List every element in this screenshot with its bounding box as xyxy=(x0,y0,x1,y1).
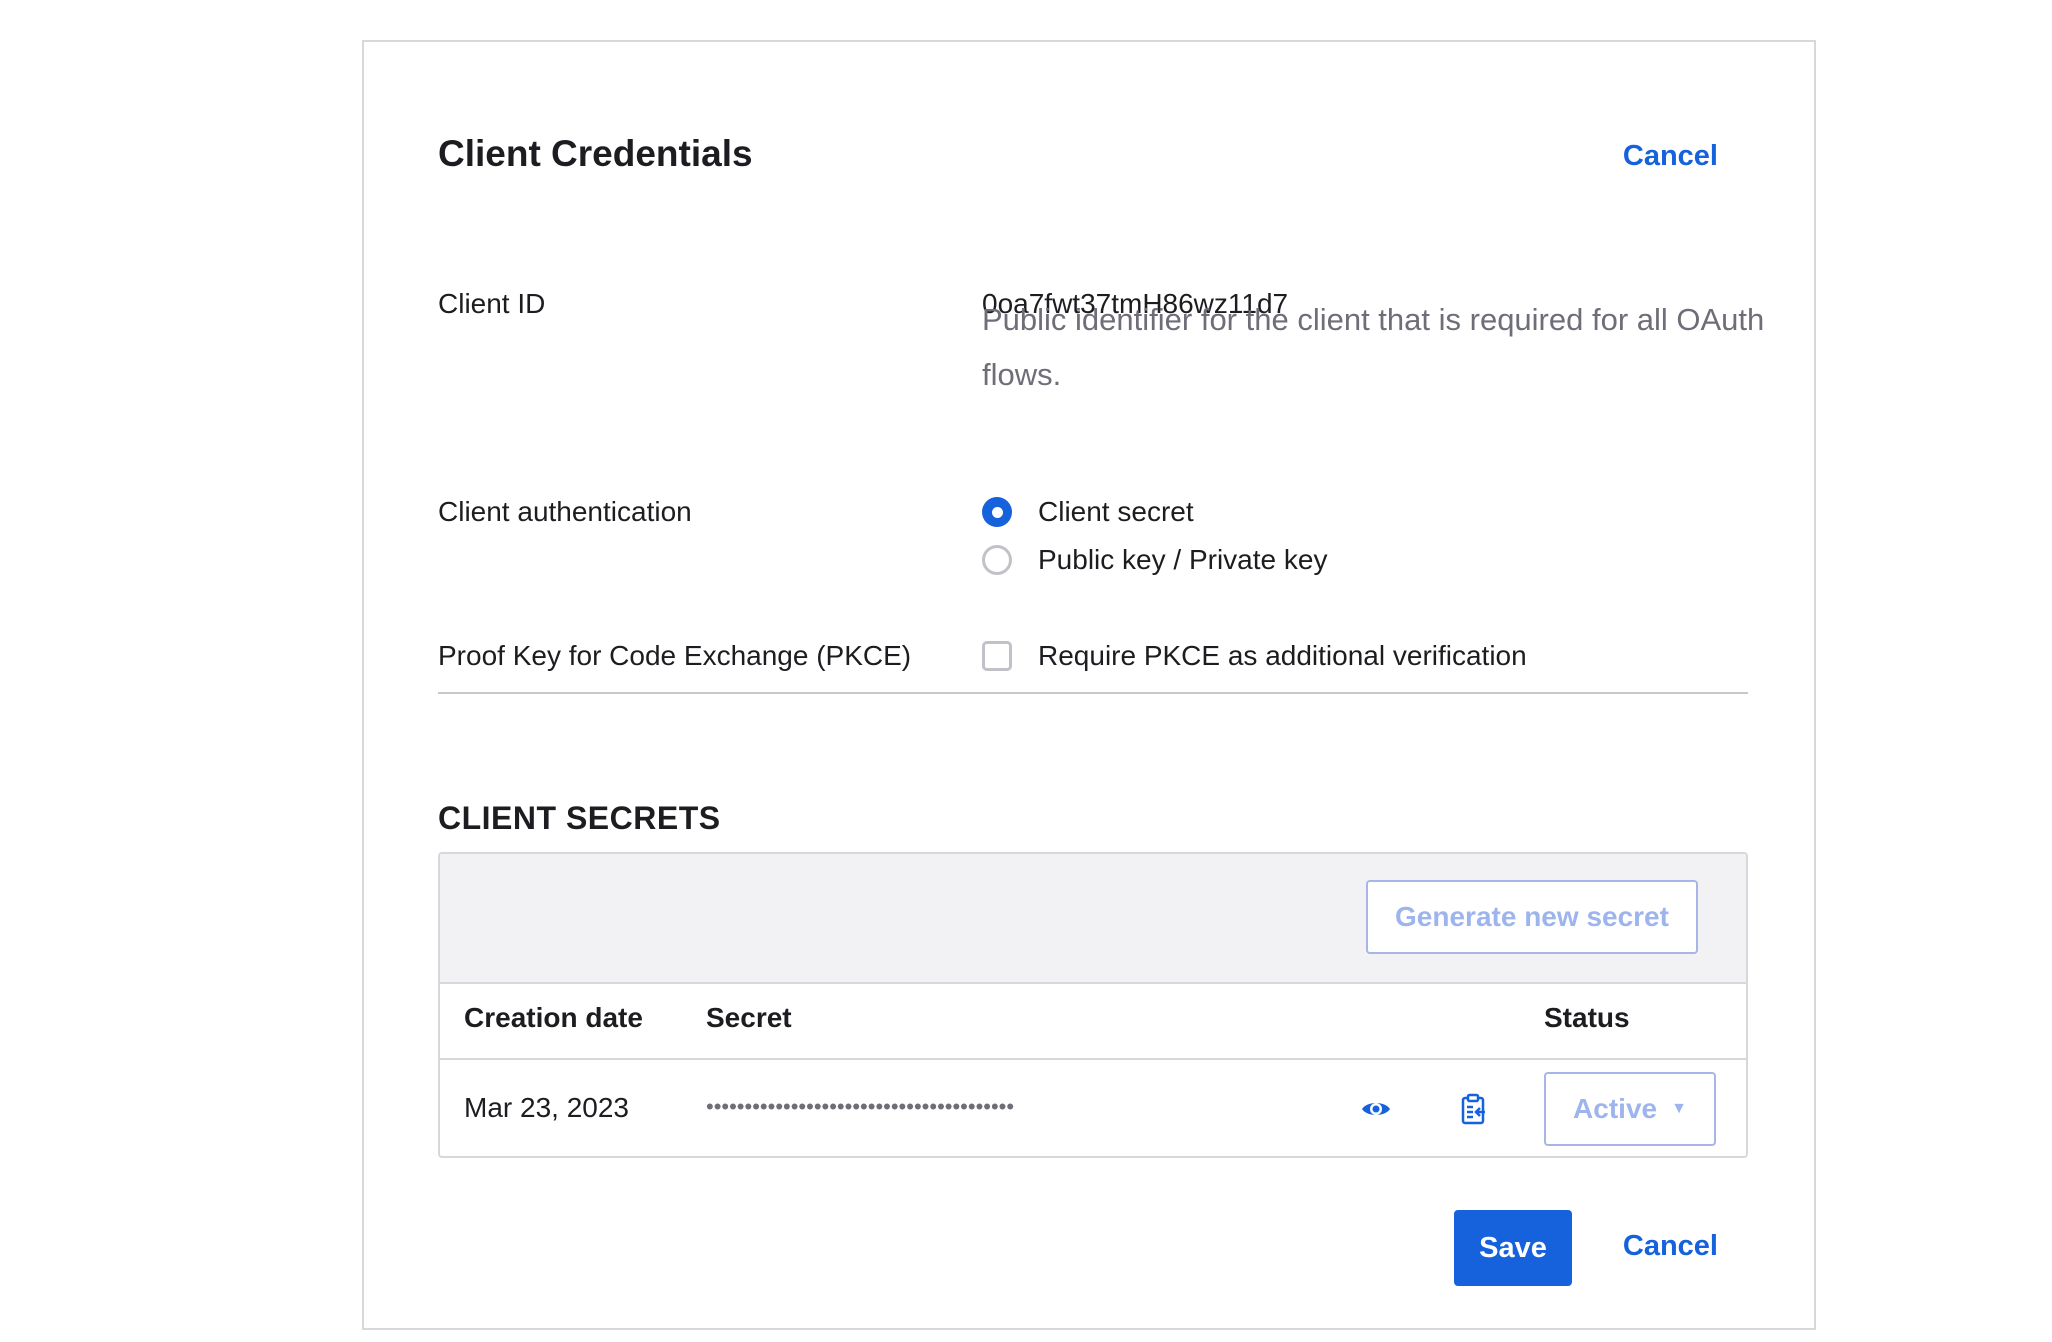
client-secrets-heading: CLIENT SECRETS xyxy=(438,800,721,836)
radio-public-private-key-label: Public key / Private key xyxy=(1038,544,1328,575)
pkce-checkbox-label: Require PKCE as additional verification xyxy=(1038,640,1527,671)
pkce-label: Proof Key for Code Exchange (PKCE) xyxy=(438,640,912,671)
radio-unchecked-icon[interactable] xyxy=(982,545,1012,575)
eye-icon[interactable] xyxy=(1356,1089,1396,1129)
cancel-link-top[interactable]: Cancel xyxy=(1623,138,1718,174)
cancel-link-bottom[interactable]: Cancel xyxy=(1623,1228,1718,1264)
pkce-checkbox-row[interactable]: Require PKCE as additional verification xyxy=(982,636,1527,676)
clipboard-icon[interactable] xyxy=(1454,1089,1494,1129)
masked-secret-cell: •••••••••••••••••••••••••••••••••••••••• xyxy=(706,1094,1015,1119)
page-title: Client Credentials xyxy=(438,133,753,174)
table-row: Mar 23, 2023 •••••••••••••••••••••••••••… xyxy=(440,1060,1746,1156)
section-divider xyxy=(438,692,1748,694)
save-button[interactable]: Save xyxy=(1454,1210,1572,1286)
client-authentication-label: Client authentication xyxy=(438,496,692,527)
status-select[interactable]: Active ▼ xyxy=(1544,1072,1716,1146)
column-header-secret: Secret xyxy=(706,1002,792,1033)
secrets-toolbar: Generate new secret xyxy=(440,854,1746,984)
caret-down-icon: ▼ xyxy=(1671,1100,1687,1117)
client-secrets-table: Generate new secret Creation date Secret… xyxy=(438,852,1748,1158)
client-credentials-panel: Client Credentials Cancel Client ID 0oa7… xyxy=(362,40,1816,1330)
table-header: Creation date Secret Status xyxy=(440,982,1746,1060)
radio-public-private-key[interactable]: Public key / Private key xyxy=(982,540,1327,580)
column-header-creation-date: Creation date xyxy=(464,1002,643,1033)
creation-date-cell: Mar 23, 2023 xyxy=(464,1092,629,1123)
radio-checked-icon[interactable] xyxy=(982,497,1012,527)
generate-new-secret-button[interactable]: Generate new secret xyxy=(1366,880,1698,954)
pkce-checkbox[interactable] xyxy=(982,641,1012,671)
radio-client-secret[interactable]: Client secret xyxy=(982,492,1194,532)
status-select-value: Active xyxy=(1573,1093,1658,1124)
client-id-label: Client ID xyxy=(438,288,546,319)
client-id-help-text: Public identifier for the client that is… xyxy=(982,302,1765,392)
radio-client-secret-label: Client secret xyxy=(1038,496,1194,527)
column-header-status: Status xyxy=(1544,1002,1630,1033)
